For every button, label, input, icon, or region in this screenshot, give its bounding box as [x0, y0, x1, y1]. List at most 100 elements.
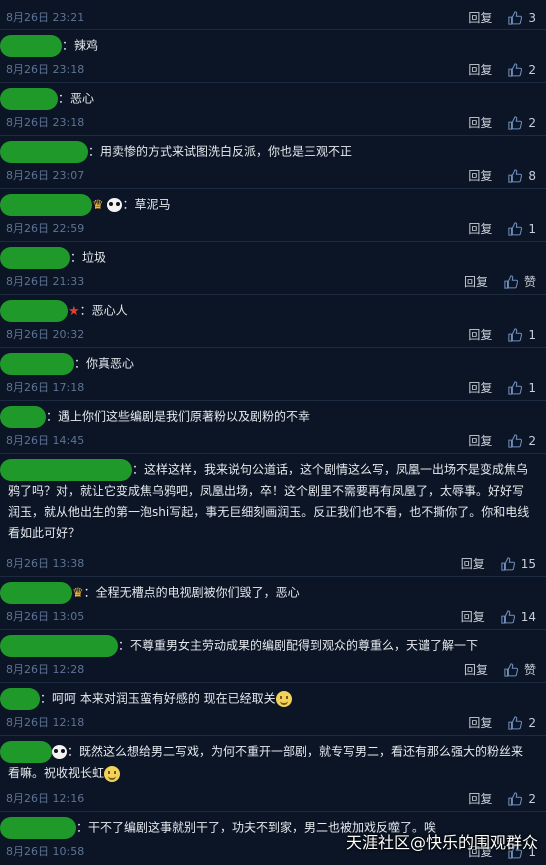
comment-item: ♛：全程无槽点的电视剧被你们毁了，恶心 8月26日 13:05 回复 14 [0, 577, 546, 630]
reply-button[interactable]: 回复 [468, 379, 492, 396]
reply-button[interactable]: 回复 [468, 167, 492, 184]
username-redacted[interactable] [0, 688, 40, 710]
thumbs-up-icon[interactable] [504, 274, 518, 289]
like-count: 2 [528, 715, 536, 730]
comment-item: ：呵呵 本来对润玉蛮有好感的 现在已经取关 8月26日 12:18 回复 2 [0, 683, 546, 736]
reply-button[interactable]: 回复 [461, 555, 485, 572]
like-count: 1 [528, 221, 536, 236]
username-redacted[interactable] [0, 406, 46, 428]
comment-item: ：遇上你们这些编剧是我们原著粉以及剧粉的不幸 8月26日 14:45 回复 2 [0, 401, 546, 454]
reply-button[interactable]: 回复 [468, 714, 492, 731]
comment-actions: 回复 14 [461, 608, 536, 625]
comment-text: ：草泥马 [122, 197, 171, 212]
comment-actions: 回复 2 [468, 114, 536, 131]
username-redacted[interactable] [0, 141, 88, 163]
reply-button[interactable]: 回复 [468, 790, 492, 807]
username-redacted[interactable] [0, 635, 118, 657]
reply-button[interactable]: 回复 [468, 9, 492, 26]
thumbs-up-icon[interactable] [508, 168, 523, 183]
smile-icon [275, 691, 292, 707]
username-redacted[interactable] [0, 194, 92, 216]
panda-icon [52, 745, 67, 759]
comment-item: ：既然这么想给男二写戏，为何不重开一部剧，就专写男二，看还有那么强大的粉丝来看嘛… [0, 736, 546, 812]
reply-button[interactable]: 回复 [468, 326, 492, 343]
reply-button[interactable]: 回复 [461, 608, 485, 625]
reply-button[interactable]: 回复 [468, 114, 492, 131]
comment-date: 8月26日 13:38 [6, 557, 85, 570]
like-count: 1 [528, 380, 536, 395]
comment-date: 8月26日 13:05 [6, 610, 85, 623]
comment-text: ：全程无槽点的电视剧被你们毁了，恶心 [83, 585, 300, 600]
thumbs-up-icon[interactable] [501, 556, 515, 571]
thumbs-up-icon[interactable] [508, 715, 523, 730]
smile-icon [104, 765, 121, 782]
comment-date: 8月26日 21:33 [6, 275, 85, 288]
comment-text: ：呵呵 本来对润玉蛮有好感的 现在已经取关 [40, 691, 276, 706]
comment-actions: 回复 15 [461, 555, 536, 572]
thumbs-up-icon[interactable] [508, 221, 523, 236]
thumbs-up-icon[interactable] [501, 609, 515, 624]
comment-text: ：恶心 [58, 91, 95, 106]
reply-button[interactable]: 回复 [464, 273, 488, 290]
like-count: 2 [528, 115, 536, 130]
comment-item: ♛ ：草泥马 8月26日 22:59 回复 1 [0, 189, 546, 242]
username-redacted[interactable] [0, 741, 52, 763]
username-redacted[interactable] [0, 459, 132, 481]
comment-date: 8月26日 23:18 [6, 63, 85, 76]
comment-date: 8月26日 17:18 [6, 381, 85, 394]
comment-date: 8月26日 12:28 [6, 663, 85, 676]
like-count: 2 [528, 791, 536, 806]
username-redacted[interactable] [0, 817, 76, 839]
like-count: 15 [520, 556, 536, 571]
thumbs-up-icon[interactable] [508, 62, 523, 77]
comment-text: ：你真恶心 [74, 356, 135, 371]
comment-item: ★：恶心人 8月26日 20:32 回复 1 [0, 295, 546, 348]
comment-text: ：不尊重男女主劳动成果的编剧配得到观众的尊重么，天谴了解一下 [118, 638, 479, 653]
thumbs-up-icon[interactable] [508, 115, 523, 130]
like-count: 1 [528, 327, 536, 342]
comment-actions: 回复 2 [468, 790, 536, 807]
crown-icon: ♛ [72, 585, 84, 601]
comment-date: 8月26日 12:18 [6, 716, 85, 729]
comment-actions: 回复 赞 [464, 273, 536, 290]
thumbs-up-icon[interactable] [508, 10, 523, 25]
comment-item: 8月26日 23:21 回复 3 [0, 0, 546, 30]
username-redacted[interactable] [0, 247, 70, 269]
username-redacted[interactable] [0, 88, 58, 110]
reply-button[interactable]: 回复 [464, 661, 488, 678]
like-count: 3 [528, 10, 536, 25]
comment-actions: 回复 2 [468, 432, 536, 449]
thumbs-up-icon[interactable] [508, 380, 523, 395]
thumbs-up-icon[interactable] [504, 662, 518, 677]
thumbs-up-icon[interactable] [508, 433, 523, 448]
username-redacted[interactable] [0, 300, 68, 322]
comment-item: ：辣鸡 8月26日 23:18 回复 2 [0, 30, 546, 83]
comment-list: 8月26日 23:21 回复 3 ：辣鸡 8月26日 23:18 回复 2 ：恶… [0, 0, 546, 865]
reply-button[interactable]: 回复 [468, 61, 492, 78]
comment-item: ：这样这样，我来说句公道话，这个剧情这么写，凤凰一出场不是变成焦乌鸦了吗？对，就… [0, 454, 546, 577]
like-count: 8 [528, 168, 536, 183]
thumbs-up-icon[interactable] [508, 791, 523, 806]
comment-item: ：用卖惨的方式来试图洗白反派，你也是三观不正 8月26日 23:07 回复 8 [0, 136, 546, 189]
comment-item: ：你真恶心 8月26日 17:18 回复 1 [0, 348, 546, 401]
like-count: 赞 [523, 275, 536, 289]
comment-item: ：垃圾 8月26日 21:33 回复 赞 [0, 242, 546, 295]
username-redacted[interactable] [0, 353, 74, 375]
watermark: 天涯社区@快乐的围观群众 [345, 833, 538, 852]
comment-actions: 回复 1 [468, 220, 536, 237]
comment-actions: 回复 2 [468, 61, 536, 78]
username-redacted[interactable] [0, 582, 72, 604]
reply-button[interactable]: 回复 [468, 432, 492, 449]
comment-date: 8月26日 23:07 [6, 169, 85, 182]
comment-item: ：不尊重男女主劳动成果的编剧配得到观众的尊重么，天谴了解一下 8月26日 12:… [0, 630, 546, 683]
like-count: 2 [528, 433, 536, 448]
comment-text: ：恶心人 [79, 303, 128, 318]
comment-date: 8月26日 23:21 [6, 11, 85, 24]
like-count: 14 [520, 609, 536, 624]
comment-text: ：垃圾 [70, 250, 107, 265]
thumbs-up-icon[interactable] [508, 327, 523, 342]
like-count: 2 [528, 62, 536, 77]
username-redacted[interactable] [0, 35, 62, 57]
reply-button[interactable]: 回复 [468, 220, 492, 237]
panda-icon [107, 198, 123, 212]
